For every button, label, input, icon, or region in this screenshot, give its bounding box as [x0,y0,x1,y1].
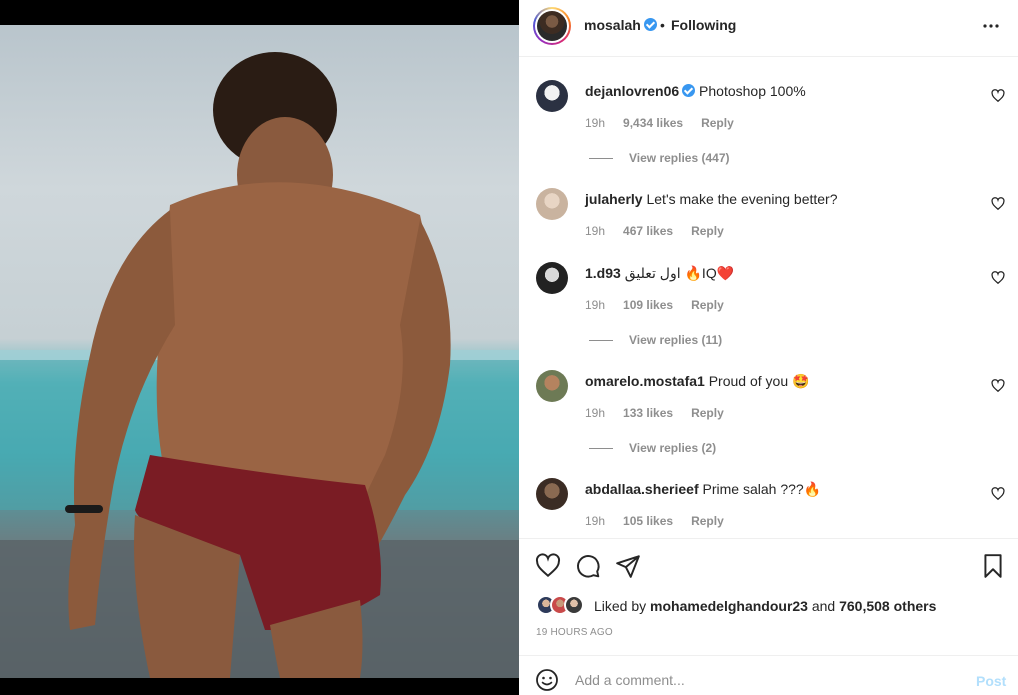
share-send-icon[interactable] [615,553,641,579]
reply-button[interactable]: Reply [691,406,724,420]
heart-icon[interactable] [991,197,1005,211]
commenter-avatar[interactable] [536,262,568,294]
add-comment-input[interactable] [575,665,955,695]
comment-likes[interactable]: 133 likes [623,406,673,420]
commenter-avatar[interactable] [536,478,568,510]
comment-text: Prime salah ???🔥 [702,481,822,497]
commenter-username[interactable]: julaherly [585,191,643,207]
author-avatar[interactable] [533,7,571,45]
comment-time[interactable]: 19h [585,298,605,312]
view-replies-line [589,158,613,160]
post-details-panel: mosalah • Following dejanlovren06 Photos… [519,0,1018,695]
heart-icon[interactable] [991,379,1005,393]
following-button[interactable]: Following [671,17,736,33]
comment-time[interactable]: 19h [585,224,605,238]
heart-icon[interactable] [991,271,1005,285]
commenter-username[interactable]: omarelo.mostafa1 [585,373,705,389]
comment-text: Photoshop 100% [699,83,806,99]
post-timestamp[interactable]: 19 HOURS AGO [536,627,613,638]
more-horizontal-icon[interactable] [979,14,1003,38]
comments-list[interactable]: dejanlovren06 Photoshop 100% 19h 9,434 li… [519,58,1018,538]
view-replies-button[interactable]: View replies (11) [589,333,722,347]
commenter-avatar[interactable] [536,188,568,220]
author-avatar-image [537,11,567,41]
comment-likes[interactable]: 467 likes [623,224,673,238]
comment-time[interactable]: 19h [585,406,605,420]
bookmark-icon[interactable] [980,553,1006,579]
emoji-icon[interactable] [535,668,559,692]
view-replies-button[interactable]: View replies (447) [589,151,730,165]
heart-icon[interactable] [991,487,1005,501]
reply-button[interactable]: Reply [701,116,734,130]
post-actions: Liked by mohamedelghandour23 and 760,508… [519,538,1018,655]
view-replies-button[interactable]: View replies (2) [589,441,716,455]
post-comment-button[interactable]: Post [976,673,1006,689]
verified-badge-icon [643,18,657,31]
commenter-avatar[interactable] [536,80,568,112]
reply-button[interactable]: Reply [691,298,724,312]
post-header: mosalah • Following [519,0,1018,57]
header-separator: • [660,17,665,33]
add-comment-bar: Post [519,655,1018,695]
heart-icon[interactable] [991,89,1005,103]
comment-likes[interactable]: 109 likes [623,298,673,312]
view-replies-line [589,448,613,450]
liked-by-text: Liked by mohamedelghandour23 and 760,508… [594,598,937,614]
post-photo[interactable] [0,25,519,678]
comment-text: Proud of you 🤩 [708,373,810,389]
commenter-username[interactable]: abdallaa.sherieef [585,481,699,497]
liker-avatar [564,595,584,615]
comment-time[interactable]: 19h [585,116,605,130]
commenter-username[interactable]: 1.d93 [585,265,621,281]
comment-likes[interactable]: 9,434 likes [623,116,683,130]
commenter-username[interactable]: dejanlovren06 [585,83,679,99]
reply-button[interactable]: Reply [691,224,724,238]
post-media [0,0,519,695]
likes-count-others[interactable]: 760,508 others [839,598,936,614]
comment-text: Let's make the evening better? [646,191,838,207]
post-photo-illustration [0,52,519,678]
comment-time[interactable]: 19h [585,514,605,528]
commenter-avatar[interactable] [536,370,568,402]
liked-by-user[interactable]: mohamedelghandour23 [650,598,808,614]
like-heart-icon[interactable] [535,553,561,579]
view-replies-line [589,340,613,342]
reply-button[interactable]: Reply [691,514,724,528]
author-username[interactable]: mosalah [584,17,641,33]
verified-badge-icon [682,84,696,97]
comment-text: اول تعليق 🔥IQ❤️ [624,265,735,281]
comment-likes[interactable]: 105 likes [623,514,673,528]
comment-bubble-icon[interactable] [575,553,601,579]
